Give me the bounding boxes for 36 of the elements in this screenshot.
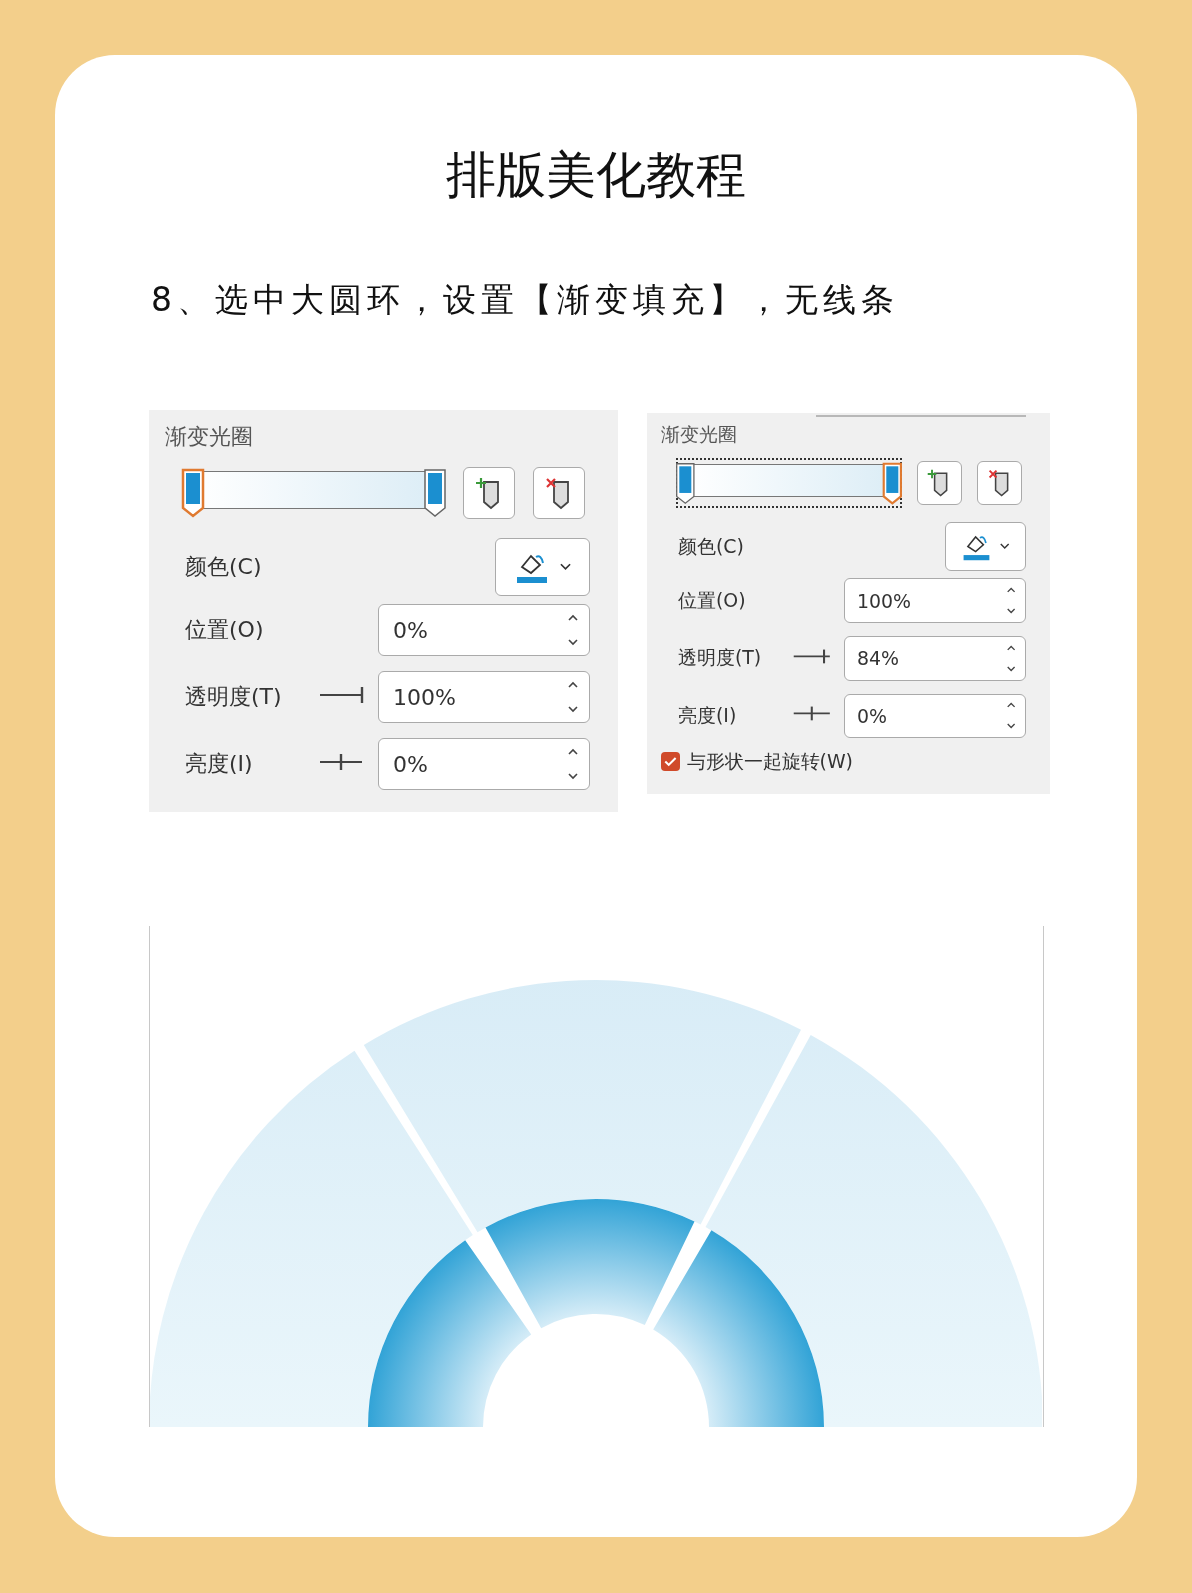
color-picker-button[interactable] xyxy=(495,538,590,596)
panel-heading: 渐变光圈 xyxy=(660,421,737,447)
field-label: 透明度(T) xyxy=(185,683,283,711)
checkbox[interactable] xyxy=(660,752,680,772)
caret-icon xyxy=(560,563,571,571)
step-instruction: 8、选中大圆环，设置【渐变填充】，无线条 xyxy=(151,279,899,321)
field-label: 亮度(I) xyxy=(185,750,254,778)
spinner-icon[interactable] xyxy=(567,746,579,782)
gradient-stop[interactable] xyxy=(882,461,903,505)
page-title: 排版美化教程 xyxy=(446,145,746,206)
field-label: 位置(O) xyxy=(677,587,747,613)
panel-heading: 渐变光圈 xyxy=(165,423,253,451)
spinner-icon[interactable] xyxy=(567,612,579,648)
remove-stop-button[interactable] xyxy=(977,460,1022,506)
gradient-stop[interactable] xyxy=(181,468,205,518)
caret-icon xyxy=(1000,543,1010,550)
field-label: 颜色(C) xyxy=(185,553,262,581)
gradient-stops-bar[interactable] xyxy=(676,458,902,508)
spinner-icon[interactable] xyxy=(567,679,579,715)
spin-field[interactable]: 0% xyxy=(378,604,590,656)
spin-field[interactable]: 100% xyxy=(843,578,1027,624)
field-label: 亮度(I) xyxy=(677,702,738,728)
field-label: 颜色(C) xyxy=(677,533,744,559)
spin-field[interactable]: 100% xyxy=(378,671,590,723)
gradient-stop[interactable] xyxy=(423,468,447,518)
add-stop-button[interactable] xyxy=(917,460,962,506)
spin-field[interactable]: 84% xyxy=(843,635,1027,681)
add-stop-button[interactable] xyxy=(463,467,515,519)
gradient-stop[interactable] xyxy=(674,461,696,505)
remove-stop-button[interactable] xyxy=(533,467,585,519)
checkbox-label: 与形状一起旋转(W) xyxy=(686,748,853,774)
spin-field[interactable]: 0% xyxy=(378,738,590,790)
color-picker-button[interactable] xyxy=(944,521,1027,572)
field-label: 透明度(T) xyxy=(677,645,763,671)
field-label: 位置(O) xyxy=(185,616,265,644)
spin-field[interactable]: 0% xyxy=(843,693,1027,739)
